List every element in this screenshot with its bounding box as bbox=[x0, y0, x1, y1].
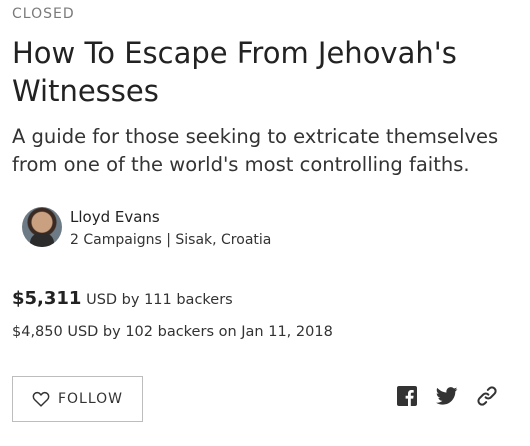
share-toolbar bbox=[396, 385, 498, 407]
heart-icon bbox=[32, 391, 50, 407]
creator-meta: 2 Campaigns | Sisak, Croatia bbox=[70, 232, 272, 248]
campaign-title: How To Escape From Jehovah's Witnesses bbox=[12, 36, 457, 108]
funding-summary: $5,311 USD by 111 backers bbox=[12, 288, 233, 309]
creator-block: Lloyd Evans 2 Campaigns | Sisak, Croatia bbox=[22, 207, 271, 251]
funding-amount: $5,311 bbox=[12, 288, 82, 309]
twitter-icon[interactable] bbox=[436, 385, 458, 407]
follow-button-label: FOLLOW bbox=[57, 391, 124, 407]
campaign-status-label: CLOSED bbox=[12, 6, 75, 22]
follow-button[interactable]: FOLLOW bbox=[12, 376, 143, 422]
funding-amount-suffix: USD by 111 backers bbox=[81, 292, 233, 308]
link-icon[interactable] bbox=[476, 385, 498, 407]
creator-info: Lloyd Evans 2 Campaigns | Sisak, Croatia bbox=[70, 207, 271, 251]
creator-avatar[interactable] bbox=[22, 207, 62, 247]
campaign-subtitle: A guide for those seeking to extricate t… bbox=[12, 125, 499, 176]
creator-name[interactable]: Lloyd Evans bbox=[70, 207, 271, 227]
previous-funding-line: $4,850 USD by 102 backers on Jan 11, 201… bbox=[12, 324, 333, 340]
facebook-icon[interactable] bbox=[396, 385, 418, 407]
